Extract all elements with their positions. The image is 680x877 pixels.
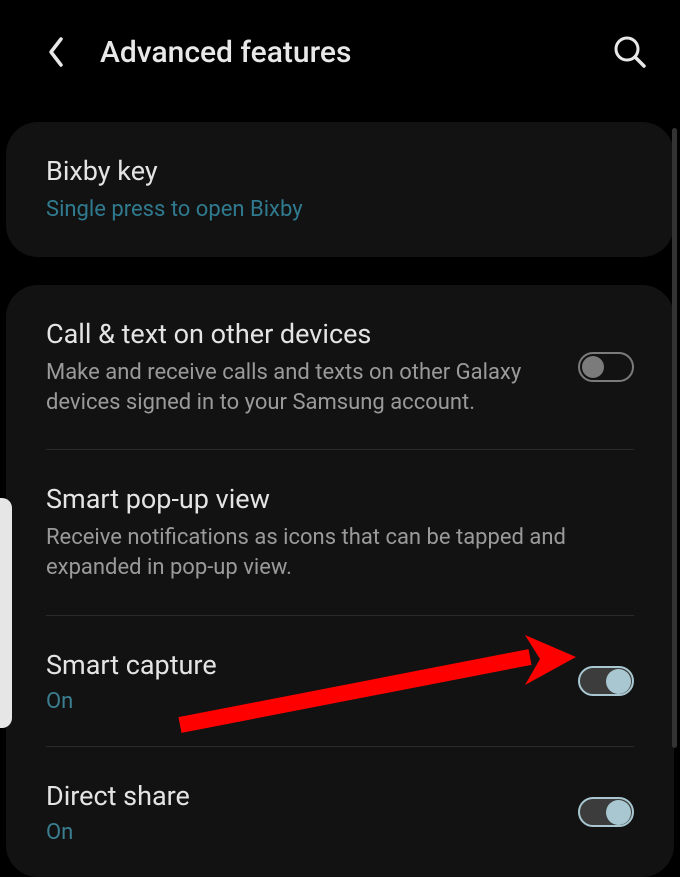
search-button[interactable] (608, 30, 652, 74)
edge-panel-handle[interactable] (0, 498, 12, 728)
setting-body: Direct share On (46, 779, 578, 845)
setting-status: On (46, 689, 558, 714)
card-bixby: Bixby key Single press to open Bixby (6, 122, 674, 257)
setting-status: On (46, 820, 558, 845)
setting-desc: Single press to open Bixby (46, 195, 614, 225)
toggle-smart-capture[interactable] (578, 666, 634, 696)
setting-smart-capture[interactable]: Smart capture On (6, 616, 674, 746)
setting-body: Smart capture On (46, 648, 578, 714)
setting-bixby-key[interactable]: Bixby key Single press to open Bixby (6, 122, 674, 257)
card-main: Call & text on other devices Make and re… (6, 285, 674, 877)
toggle-knob (582, 356, 604, 378)
toggle-knob (606, 800, 631, 825)
setting-body: Smart pop-up view Receive notifications … (46, 482, 634, 582)
setting-title: Call & text on other devices (46, 317, 558, 352)
setting-desc: Make and receive calls and texts on othe… (46, 358, 558, 417)
setting-call-text-other-devices[interactable]: Call & text on other devices Make and re… (6, 285, 674, 449)
setting-smart-popup-view[interactable]: Smart pop-up view Receive notifications … (6, 450, 674, 614)
setting-direct-share[interactable]: Direct share On (6, 747, 674, 877)
toggle-call-text[interactable] (578, 352, 634, 382)
setting-title: Bixby key (46, 154, 614, 189)
setting-title: Smart pop-up view (46, 482, 614, 517)
setting-body: Bixby key Single press to open Bixby (46, 154, 634, 225)
page-title: Advanced features (100, 35, 608, 70)
toggle-knob (606, 669, 631, 694)
header: Advanced features (0, 0, 680, 94)
chevron-left-icon (46, 35, 66, 69)
setting-body: Call & text on other devices Make and re… (46, 317, 578, 417)
search-icon (613, 35, 647, 69)
content: Bixby key Single press to open Bixby Cal… (0, 122, 680, 877)
scrollbar[interactable] (672, 128, 677, 748)
back-button[interactable] (36, 32, 76, 72)
setting-title: Smart capture (46, 648, 558, 683)
setting-desc: Receive notifications as icons that can … (46, 523, 614, 582)
setting-title: Direct share (46, 779, 558, 814)
toggle-direct-share[interactable] (578, 797, 634, 827)
